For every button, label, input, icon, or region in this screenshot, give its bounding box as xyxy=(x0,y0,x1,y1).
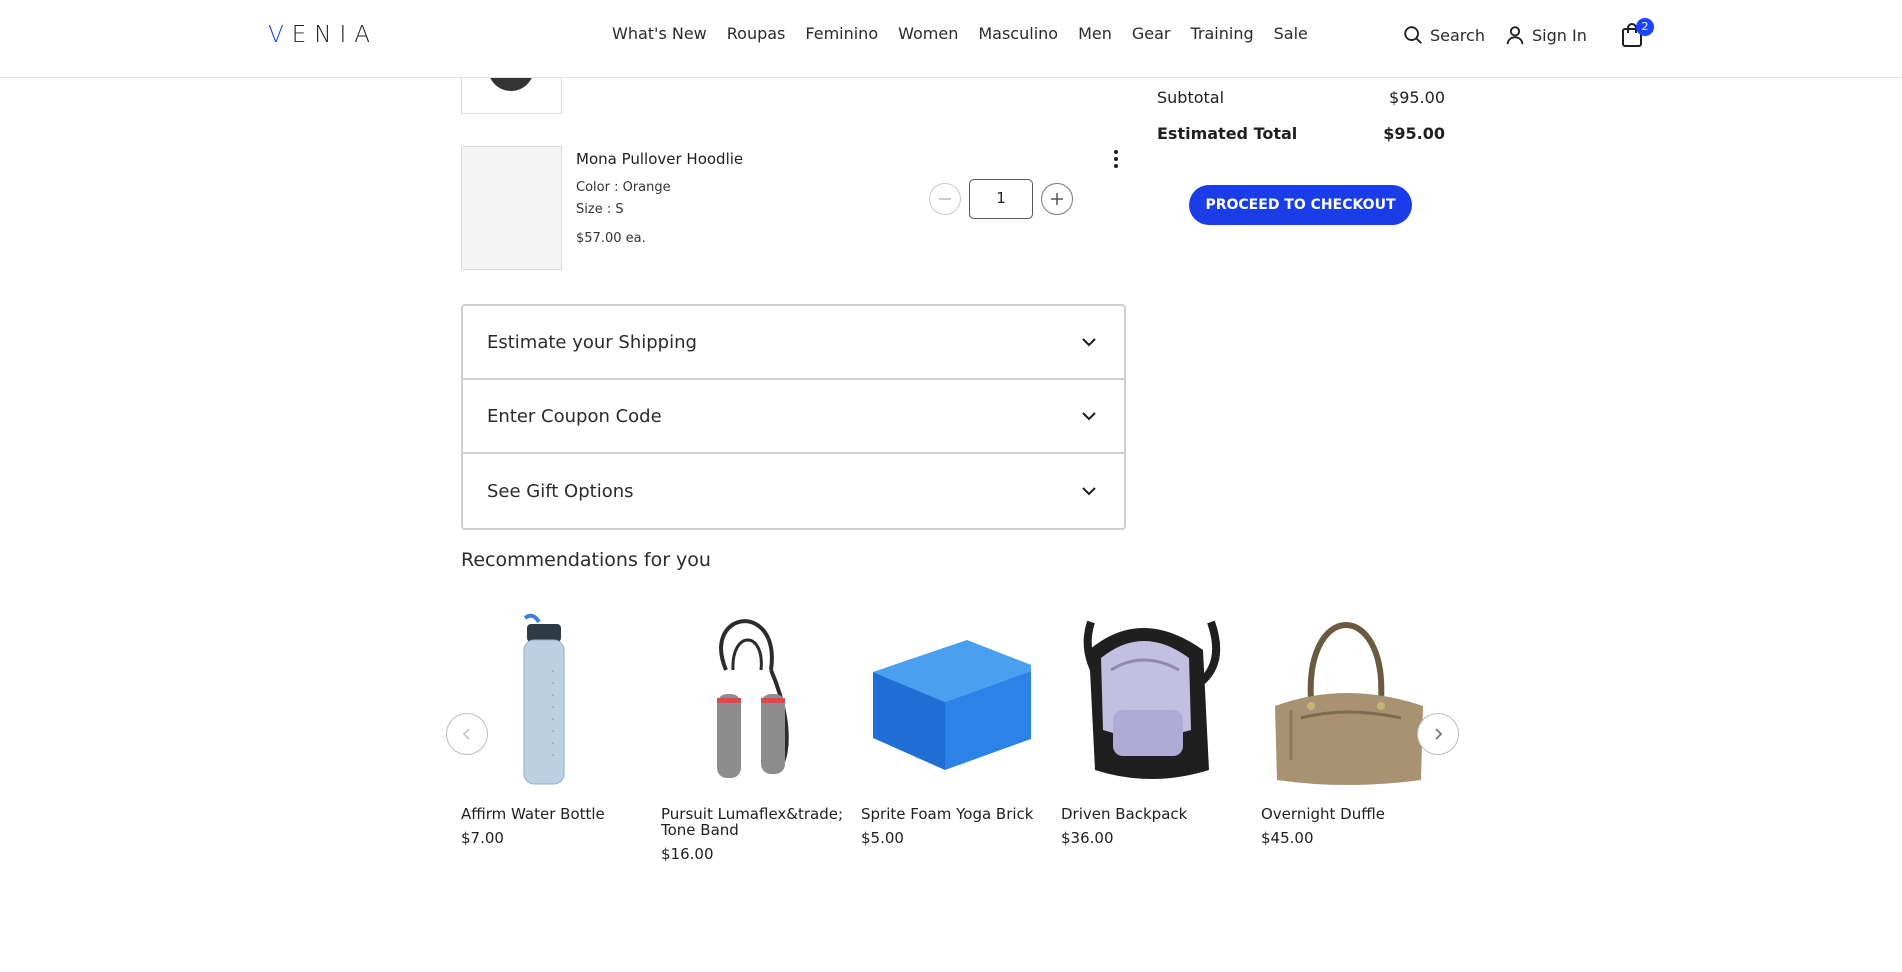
nav-item-masculino[interactable]: Masculino xyxy=(978,24,1058,43)
tone-band-image[interactable] xyxy=(661,610,831,790)
chevron-down-icon xyxy=(1082,338,1096,347)
venia-logo[interactable]: VENIA xyxy=(268,22,378,48)
minus-icon xyxy=(939,198,951,200)
sign-in-trigger[interactable]: Sign In xyxy=(1504,24,1587,46)
gift-options-section[interactable]: See Gift Options xyxy=(463,454,1124,528)
cart-item-size: Size : S xyxy=(576,202,624,217)
cart-trigger[interactable]: 2 xyxy=(1620,18,1654,52)
cart-item-color: Color : Orange xyxy=(576,180,671,195)
quantity-input[interactable]: 1 xyxy=(969,179,1033,219)
quantity-stepper: 1 xyxy=(929,179,1073,219)
estimated-total-row: Estimated Total $95.00 xyxy=(1157,124,1445,143)
increment-button[interactable] xyxy=(1041,183,1073,215)
subtotal-row: Subtotal $95.00 xyxy=(1157,88,1445,107)
main-nav: What's New Roupas Feminino Women Masculi… xyxy=(612,24,1328,43)
product-name[interactable]: Overnight Duffle xyxy=(1261,806,1451,822)
product-name[interactable]: Affirm Water Bottle xyxy=(461,806,651,822)
proceed-to-checkout-button[interactable]: PROCEED TO CHECKOUT xyxy=(1189,185,1412,225)
estimated-total-value: $95.00 xyxy=(1383,124,1445,143)
product-price: $5.00 xyxy=(861,829,904,847)
search-label: Search xyxy=(1430,25,1485,45)
yoga-brick-image[interactable] xyxy=(861,610,1039,790)
product-card[interactable]: Sprite Foam Yoga Brick $5.00 xyxy=(861,610,1051,847)
coupon-code-section[interactable]: Enter Coupon Code xyxy=(463,380,1124,454)
cart-item-name[interactable]: Mona Pullover Hoodlie xyxy=(576,150,743,168)
product-price: $36.00 xyxy=(1061,829,1114,847)
price-adjustments-accordion: Estimate your Shipping Enter Coupon Code… xyxy=(461,304,1126,530)
nav-item-whats-new[interactable]: What's New xyxy=(612,24,707,43)
product-card[interactable]: Driven Backpack $36.00 xyxy=(1061,610,1251,847)
cart-item-price: $57.00 ea. xyxy=(576,231,646,246)
product-price: $16.00 xyxy=(661,845,714,863)
nav-item-sale[interactable]: Sale xyxy=(1274,24,1308,43)
nav-item-gear[interactable]: Gear xyxy=(1132,24,1171,43)
nav-item-roupas[interactable]: Roupas xyxy=(727,24,786,43)
user-icon xyxy=(1506,26,1524,45)
nav-item-women[interactable]: Women xyxy=(898,24,958,43)
cart-item: Mona Pullover Hoodlie Color : Orange Siz… xyxy=(461,146,1131,270)
duffle-bag-image[interactable] xyxy=(1261,610,1431,790)
gift-options-label: See Gift Options xyxy=(487,480,634,502)
sign-in-label: Sign In xyxy=(1532,25,1587,45)
subtotal-value: $95.00 xyxy=(1389,88,1445,107)
search-trigger[interactable]: Search xyxy=(1402,24,1485,46)
water-bottle-image[interactable] xyxy=(461,610,631,790)
cart-item-thumbnail[interactable] xyxy=(461,146,562,270)
product-card[interactable]: Pursuit Lumaflex&trade; Tone Band $16.00 xyxy=(661,610,851,863)
product-name[interactable]: Sprite Foam Yoga Brick xyxy=(861,806,1051,822)
cart-count-badge: 2 xyxy=(1636,18,1654,36)
carousel-prev-button[interactable] xyxy=(446,713,488,755)
chevron-left-icon xyxy=(462,728,470,740)
product-price: $45.00 xyxy=(1261,829,1314,847)
subtotal-label: Subtotal xyxy=(1157,88,1225,107)
coupon-code-label: Enter Coupon Code xyxy=(487,405,662,427)
product-name[interactable]: Driven Backpack xyxy=(1061,806,1251,822)
chevron-right-icon xyxy=(1435,728,1443,740)
product-card[interactable]: Affirm Water Bottle $7.00 xyxy=(461,610,651,847)
chevron-down-icon xyxy=(1082,487,1096,496)
nav-item-training[interactable]: Training xyxy=(1190,24,1253,43)
estimate-shipping-label: Estimate your Shipping xyxy=(487,331,697,353)
product-name[interactable]: Pursuit Lumaflex&trade; Tone Band xyxy=(661,806,851,838)
nav-item-men[interactable]: Men xyxy=(1078,24,1112,43)
carousel-next-button[interactable] xyxy=(1417,713,1459,755)
nav-item-feminino[interactable]: Feminino xyxy=(805,24,878,43)
chevron-down-icon xyxy=(1082,412,1096,421)
estimated-total-label: Estimated Total xyxy=(1157,124,1298,143)
recommendations-title: Recommendations for you xyxy=(461,549,711,571)
product-price: $7.00 xyxy=(461,829,504,847)
item-options-kebab-icon[interactable] xyxy=(1111,148,1121,170)
plus-icon xyxy=(1051,193,1063,205)
backpack-image[interactable] xyxy=(1061,610,1231,790)
search-icon xyxy=(1404,26,1422,44)
estimate-shipping-section[interactable]: Estimate your Shipping xyxy=(463,306,1124,380)
site-header: VENIA What's New Roupas Feminino Women M… xyxy=(0,0,1902,78)
decrement-button[interactable] xyxy=(929,183,961,215)
